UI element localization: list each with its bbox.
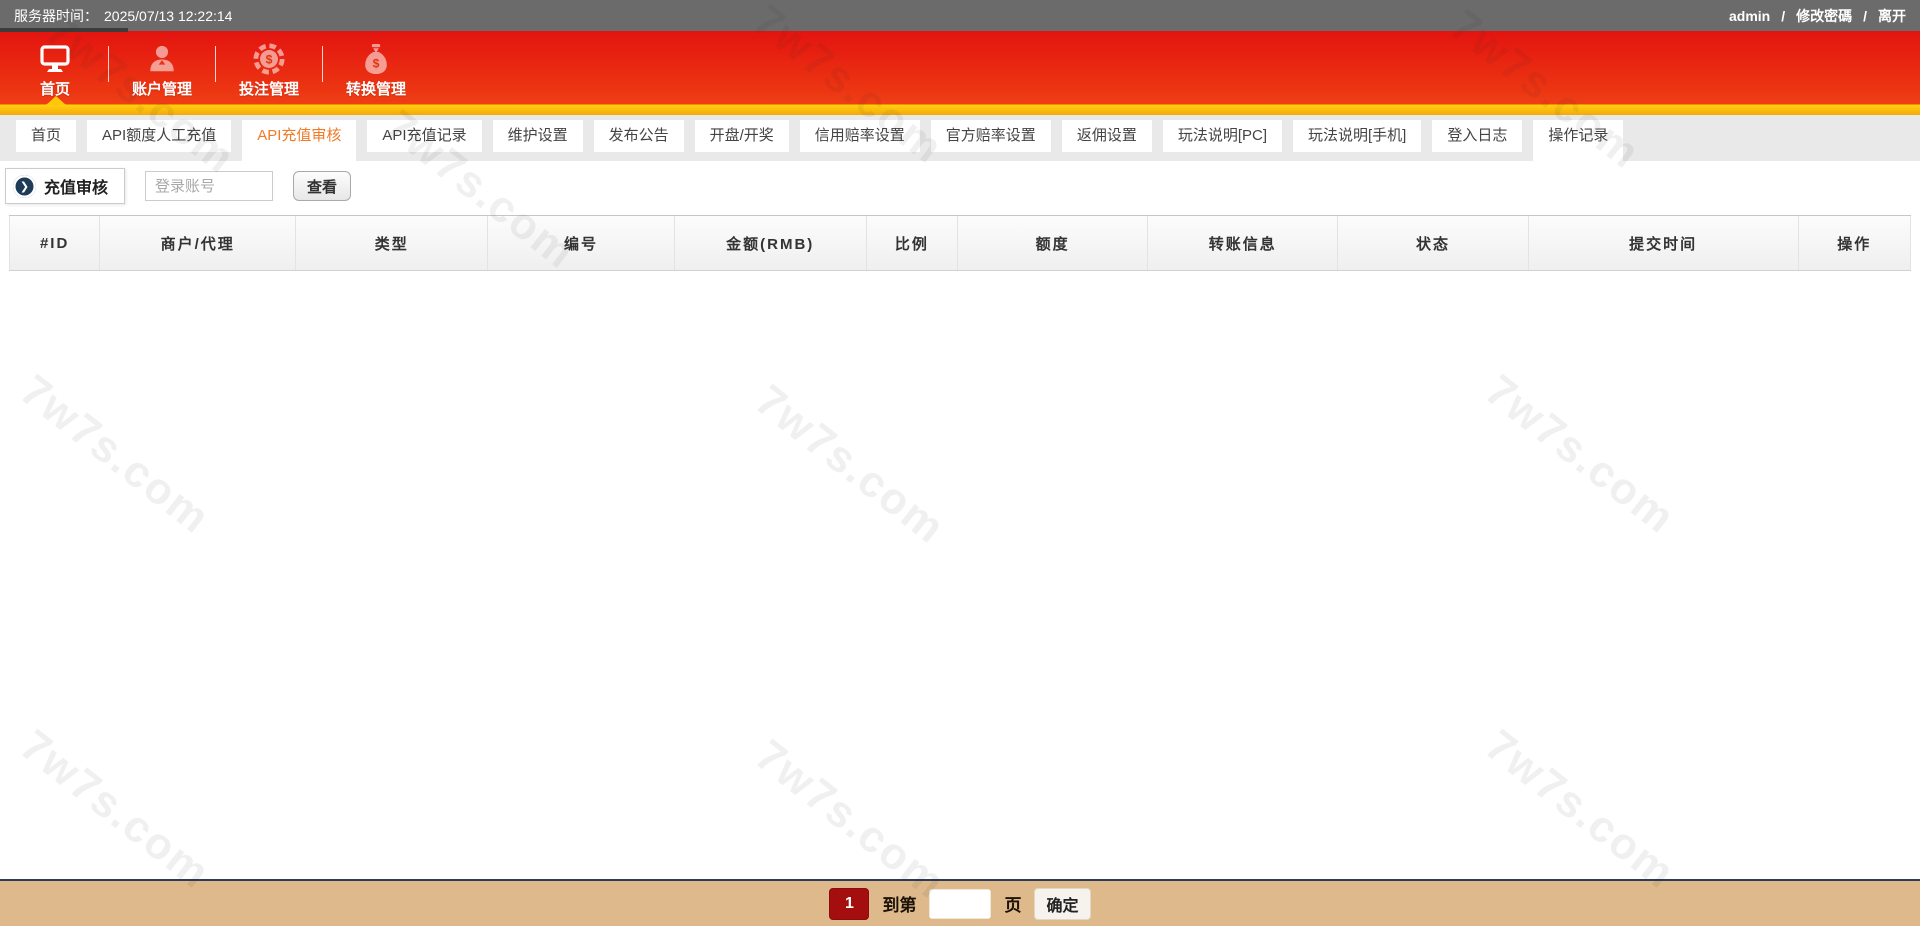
section-title-box: ❯ 充值审核 <box>5 168 126 204</box>
col-header-ratio: 比例 <box>866 216 959 270</box>
main-navbar: 首页 账户管理 $ 投注管理 $ 转换管理 <box>0 31 1920 115</box>
tab-api-manual-recharge[interactable]: API额度人工充值 <box>87 120 232 152</box>
tabbar: 首页 API额度人工充值 API充值审核 API充值记录 维护设置 发布公告 开… <box>0 115 1920 161</box>
change-password-link[interactable]: 修改密碼 <box>1796 6 1852 26</box>
tab-open-draw[interactable]: 开盘/开奖 <box>694 120 789 152</box>
watermark-text: 7w7s.com <box>11 720 220 899</box>
audit-play-icon: ❯ <box>13 174 36 198</box>
col-header-status: 状态 <box>1338 216 1529 270</box>
page-unit-label: 页 <box>1004 896 1022 915</box>
separator-slash: / <box>1863 7 1867 24</box>
recharge-audit-table: #ID 商户/代理 类型 编号 金额(RMB) 比例 额度 转账信息 状态 提交… <box>9 215 1911 271</box>
tab-rules-mobile[interactable]: 玩法说明[手机] <box>1293 120 1422 152</box>
tab-credit-odds-settings[interactable]: 信用赔率设置 <box>799 120 920 152</box>
tab-official-odds-settings[interactable]: 官方赔率设置 <box>930 120 1051 152</box>
svg-text:$: $ <box>266 53 273 67</box>
nav-item-label: 转换管理 <box>345 81 406 98</box>
tab-rules-pc[interactable]: 玩法说明[PC] <box>1162 120 1283 152</box>
server-time-label: 服务器时间： <box>14 7 98 24</box>
topbar-dark-notch <box>0 28 128 32</box>
watermark-text: 7w7s.com <box>1476 365 1685 544</box>
tab-api-recharge-audit[interactable]: API充值审核 <box>242 120 357 161</box>
col-header-transfer-info: 转账信息 <box>1148 216 1339 270</box>
table-header-row: #ID 商户/代理 类型 编号 金额(RMB) 比例 额度 转账信息 状态 提交… <box>9 215 1911 271</box>
col-header-id: #ID <box>9 216 101 270</box>
goto-page-label: 到第 <box>882 896 917 915</box>
page-1-button[interactable]: 1 <box>829 887 870 920</box>
col-header-amount-rmb: 金额(RMB) <box>674 216 867 270</box>
server-time: 服务器时间： 2025/07/13 12:22:14 <box>14 6 232 26</box>
separator-slash: / <box>1781 7 1786 24</box>
server-time-value: 2025/07/13 12:22:14 <box>104 7 233 24</box>
monitor-icon <box>39 39 71 75</box>
tab-publish-announcement[interactable]: 发布公告 <box>593 120 684 152</box>
username: admin <box>1728 7 1771 24</box>
col-header-merchant-agent: 商户/代理 <box>100 216 297 270</box>
col-header-action: 操作 <box>1798 216 1911 270</box>
logout-link[interactable]: 离开 <box>1878 6 1906 26</box>
nav-item-home[interactable]: 首页 <box>2 31 108 104</box>
col-header-submit-time: 提交时间 <box>1528 216 1799 270</box>
nav-item-accounts[interactable]: 账户管理 <box>109 31 215 104</box>
login-account-input[interactable] <box>145 171 274 201</box>
topbar: 服务器时间： 2025/07/13 12:22:14 admin / 修改密碼 … <box>0 0 1920 31</box>
watermark-text: 7w7s.com <box>746 375 955 554</box>
tab-rebate-settings[interactable]: 返佣设置 <box>1061 120 1152 152</box>
tab-operation-records[interactable]: 操作记录 <box>1533 120 1624 161</box>
nav-yellow-strip <box>0 104 1920 115</box>
section-title: 充值审核 <box>44 180 109 197</box>
watermark-text: 7w7s.com <box>11 365 220 544</box>
nav-item-transfer[interactable]: $ 转换管理 <box>323 31 429 104</box>
tab-maintenance-settings[interactable]: 维护设置 <box>492 120 583 152</box>
tab-home[interactable]: 首页 <box>16 120 77 152</box>
nav-items: 首页 账户管理 $ 投注管理 $ 转换管理 <box>0 31 1920 104</box>
active-nav-arrow-indicator <box>46 96 66 105</box>
col-header-quota: 额度 <box>958 216 1149 270</box>
svg-text:$: $ <box>373 56 380 70</box>
toolbar: ❯ 充值审核 查看 <box>0 161 1920 212</box>
money-bag-icon: $ <box>361 39 391 75</box>
col-header-number: 编号 <box>488 216 675 270</box>
view-button[interactable]: 查看 <box>293 171 352 201</box>
confirm-button[interactable]: 确定 <box>1034 887 1091 920</box>
pagination-bar: 1 到第 页 确定 <box>0 879 1920 926</box>
tab-api-recharge-records[interactable]: API充值记录 <box>367 120 482 152</box>
nav-item-betting[interactable]: $ 投注管理 <box>216 31 322 104</box>
nav-item-label: 账户管理 <box>131 81 192 98</box>
page-number-input[interactable] <box>929 888 992 919</box>
tab-login-log[interactable]: 登入日志 <box>1432 120 1523 152</box>
topbar-user-menu: admin / 修改密碼 / 离开 <box>1729 6 1906 26</box>
watermark-text: 7w7s.com <box>1476 720 1685 899</box>
poker-chip-icon: $ <box>253 39 285 75</box>
col-header-type: 类型 <box>296 216 489 270</box>
user-icon <box>147 39 177 75</box>
nav-item-label: 投注管理 <box>238 81 299 98</box>
